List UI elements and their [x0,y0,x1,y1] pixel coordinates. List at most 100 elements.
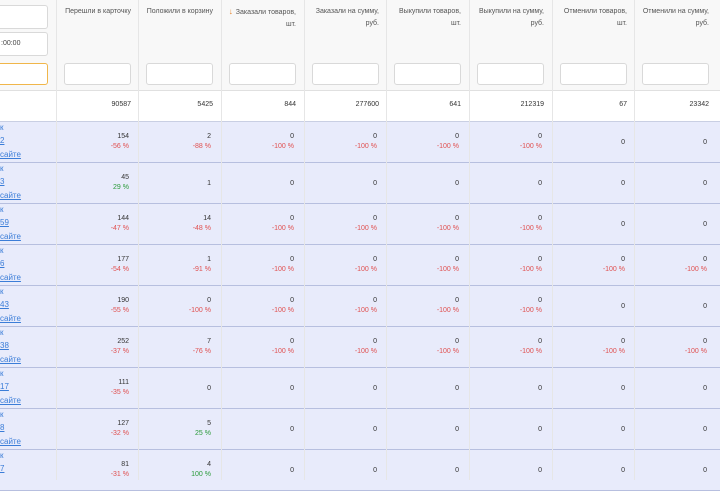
cell-value: 4 [207,461,211,468]
table-row[interactable]: к 6 сайте 177 -54 % 1 -91 % 0 -100 % 0 -100 % 0 -100… [0,245,720,286]
cell-value: 0 [538,338,542,345]
table-row[interactable]: к 38 сайте 252 -37 % 7 -76 % 0 -100 % 0 -100 % 0 -10… [0,327,720,368]
cell-value: 0 [703,180,707,187]
product-link[interactable]: 17 [0,382,9,391]
search-input[interactable] [0,5,48,29]
sort-desc-icon[interactable]: ↓ [229,7,233,16]
column-filter-input[interactable] [312,63,379,85]
table-cell: 0 [305,179,377,189]
column-header[interactable]: Заказали на сумму, руб. [307,6,379,30]
column-filter-input[interactable] [146,63,213,85]
cell-value: 0 [373,338,377,345]
product-link[interactable]: 43 [0,300,9,309]
cell-change-percent: -100 % [602,348,625,355]
product-link[interactable]: 8 [0,423,4,432]
cell-change-percent: -100 % [519,143,542,150]
table-row[interactable]: к 8 сайте 127 -32 % 5 25 % 0 0 0 0 0 0 [0,409,720,450]
row-product-label[interactable]: к 59 сайте [0,204,55,245]
row-product-label[interactable]: к 6 сайте [0,245,55,286]
table-cell: 0 [553,384,625,394]
row-product-label[interactable]: к7 [0,450,55,491]
column-header[interactable]: Отменили на сумму, руб. [637,6,709,30]
product-link[interactable]: к [0,369,4,378]
column-filter-input[interactable] [560,63,627,85]
table-cell: 0 -100 % [387,255,459,275]
table-cell: 0 -100 % [387,296,459,316]
cell-value: 0 [455,133,459,140]
column-filter-input[interactable] [229,63,296,85]
column-header[interactable]: Выкупили товаров, шт. [389,6,461,30]
product-link[interactable]: к [0,123,4,132]
column-header-label: Отменили товаров, шт. [563,8,627,27]
column-header[interactable]: Положили в корзину [141,6,213,18]
column-header[interactable]: Выкупили на сумму, руб. [472,6,544,30]
date-input[interactable]: :00:00 [0,32,48,56]
table-row[interactable]: к 3 сайте 45 29 % 1 0 0 0 0 0 0 [0,163,720,204]
product-link[interactable]: 2 [0,136,4,145]
product-link[interactable]: к [0,451,4,460]
cell-value: 127 [117,420,129,427]
product-link[interactable]: 38 [0,341,9,350]
product-site-link[interactable]: сайте [0,150,21,159]
cell-value: 0 [290,338,294,345]
cell-value: 0 [621,256,625,263]
column-filter-input[interactable] [642,63,709,85]
row-product-label[interactable]: к 8 сайте [0,409,55,450]
product-site-link[interactable]: сайте [0,232,21,241]
cell-change-percent: 29 % [113,184,129,191]
cell-change-percent: -100 % [436,143,459,150]
product-site-link[interactable]: сайте [0,191,21,200]
table-row[interactable]: к 43 сайте 190 -55 % 0 -100 % 0 -100 % 0 -100 % 0 -1… [0,286,720,327]
column-filter-input[interactable] [394,63,461,85]
table-cell: 0 [635,466,707,476]
cell-change-percent: -48 % [192,225,211,232]
table-row[interactable]: к 17 сайте 111 -35 % 0 0 0 0 0 0 0 [0,368,720,409]
cell-value: 0 [455,256,459,263]
filter-input-active[interactable] [0,63,48,85]
cell-value: 0 [538,256,542,263]
table-cell: 0 -100 % [553,255,625,275]
product-link[interactable]: к [0,246,4,255]
table-row[interactable]: к 59 сайте 144 -47 % 14 -48 % 0 -100 % 0 -100 % 0 -1… [0,204,720,245]
table-cell: 0 -100 % [470,255,542,275]
table-cell: 0 [635,220,707,230]
product-link[interactable]: к [0,287,4,296]
cell-change-percent: -100 % [436,307,459,314]
table-cell: 0 [470,179,542,189]
table-cell: 0 -100 % [387,132,459,152]
product-link[interactable]: 6 [0,259,4,268]
table-row[interactable]: к 7 81 -31 % 4 100 % 0 0 0 0 0 0 [0,450,720,491]
row-product-label[interactable]: к 3 сайте [0,163,55,204]
row-product-label[interactable]: к 17 сайте [0,368,55,409]
product-link[interactable]: к [0,328,4,337]
column-filter-input[interactable] [477,63,544,85]
table-cell: 5 25 % [139,419,211,439]
cell-change-percent: -100 % [188,307,211,314]
product-link[interactable]: 59 [0,218,9,227]
product-link[interactable]: 3 [0,177,4,186]
column-filter-input[interactable] [64,63,131,85]
table-cell: 0 -100 % [470,132,542,152]
product-link[interactable]: к [0,164,4,173]
cell-value: 0 [455,180,459,187]
product-site-link[interactable]: сайте [0,355,21,364]
row-product-label[interactable]: к 2 сайте [0,122,55,163]
product-link[interactable]: к [0,205,4,214]
product-link[interactable]: к [0,410,4,419]
product-site-link[interactable]: сайте [0,273,21,282]
product-link[interactable]: 7 [0,464,4,473]
product-site-link[interactable]: сайте [0,437,21,446]
product-site-link[interactable]: сайте [0,314,21,323]
column-header[interactable]: Отменили товаров, шт. [555,6,627,30]
column-header[interactable]: Перешли в карточку [59,6,131,18]
product-site-link[interactable]: сайте [0,396,21,405]
table-row[interactable]: к 2 сайте 154 -56 % 2 -88 % 0 -100 % 0 -100 % 0 -100… [0,122,720,163]
column-header[interactable]: ↓ Заказали товаров, шт. [224,6,296,31]
table-cell: 0 [470,466,542,476]
row-product-label[interactable]: к 43 сайте [0,286,55,327]
table-cell: 0 -100 % [553,337,625,357]
cell-change-percent: -100 % [519,266,542,273]
cell-value: 0 [703,221,707,228]
row-product-label[interactable]: к 38 сайте [0,327,55,368]
table-cell: 0 -100 % [387,214,459,234]
